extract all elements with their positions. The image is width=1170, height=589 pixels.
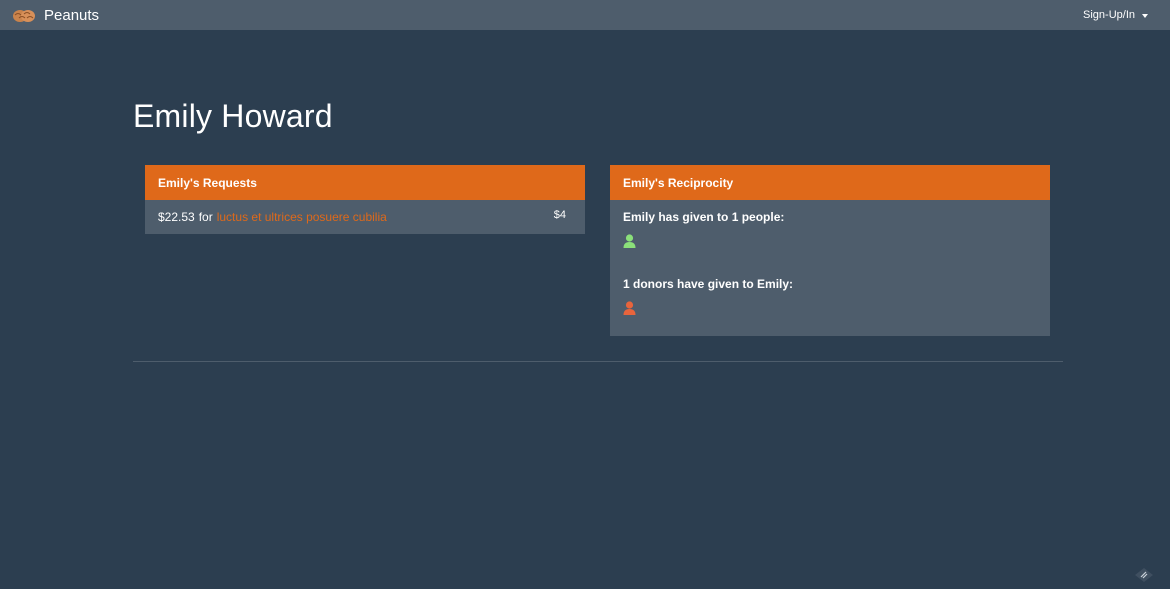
request-for-text: for — [198, 210, 213, 224]
request-link[interactable]: luctus et ultrices posuere cubilia — [217, 210, 387, 224]
request-amount: $22.53 — [158, 210, 195, 224]
peanut-logo-icon — [13, 10, 35, 22]
sign-up-in-label: Sign-Up/In — [1083, 9, 1135, 21]
sign-up-in-dropdown[interactable]: Sign-Up/In — [1083, 9, 1148, 21]
caret-down-icon — [1142, 13, 1148, 18]
requests-panel-heading: Emily's Requests — [145, 165, 585, 200]
reciprocity-body: Emily has given to 1 people: 1 donors ha… — [610, 200, 1050, 330]
corner-widget-icon[interactable] — [1134, 567, 1154, 583]
brand[interactable]: Peanuts — [12, 6, 99, 24]
section-divider — [133, 361, 1063, 362]
request-badge: $4 — [553, 209, 566, 221]
received-person-user-icon[interactable] — [623, 301, 636, 315]
top-navbar: Peanuts Sign-Up/In — [0, 0, 1170, 30]
page-title: Emily Howard — [133, 98, 333, 134]
given-label: Emily has given to 1 people: — [623, 210, 785, 224]
reciprocity-panel-heading: Emily's Reciprocity — [610, 165, 1050, 200]
requests-panel: Emily's Requests $22.53 for luctus et ul… — [145, 165, 585, 234]
reciprocity-panel: Emily's Reciprocity Emily has given to 1… — [610, 165, 1050, 336]
given-person-user-icon[interactable] — [623, 234, 636, 248]
request-row: $22.53 for luctus et ultrices posuere cu… — [145, 200, 585, 234]
received-label: 1 donors have given to Emily: — [623, 277, 794, 291]
brand-name: Peanuts — [44, 6, 100, 24]
